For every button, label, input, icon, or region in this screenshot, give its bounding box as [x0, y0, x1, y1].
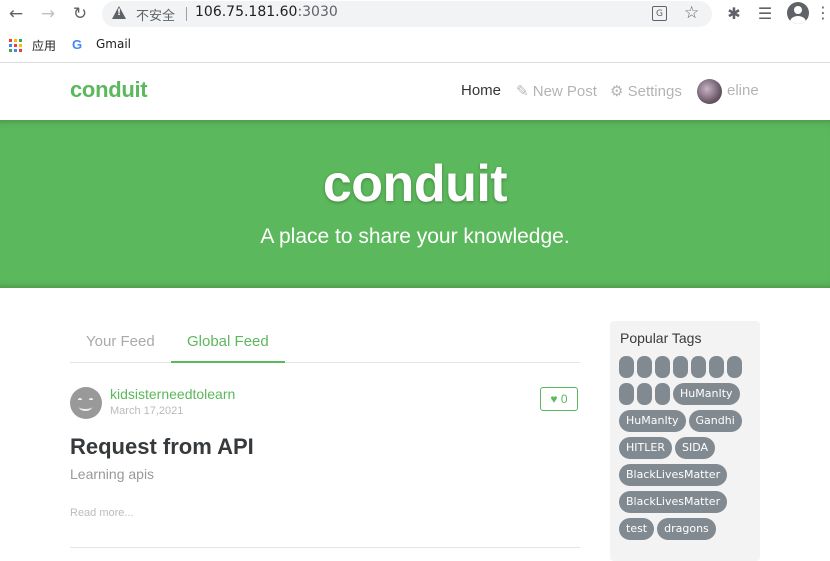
translate-icon[interactable]: G — [652, 6, 667, 21]
tag-pill[interactable]: HuManIty — [619, 410, 686, 432]
nav-settings-label: Settings — [627, 83, 682, 100]
tag-pill[interactable] — [619, 356, 634, 378]
profile-icon[interactable] — [787, 2, 809, 24]
brand-logo[interactable]: conduit — [70, 77, 148, 103]
tag-pill[interactable] — [637, 383, 652, 405]
article-date: March 17,2021 — [110, 405, 184, 417]
read-more-link[interactable]: Read more... — [70, 507, 134, 519]
heart-icon: ♥ — [550, 392, 558, 406]
article-title[interactable]: Request from API — [70, 434, 254, 460]
popular-tags-sidebar: Popular Tags HuManIty HuManIty Gandhi HITLE… — [610, 321, 760, 561]
bookmark-apps[interactable]: 应用 — [32, 37, 56, 54]
author-name[interactable]: kidsisterneedtolearn — [110, 386, 235, 402]
tag-pill[interactable] — [709, 356, 724, 378]
tab-your-feed[interactable]: Your Feed — [70, 320, 171, 361]
article-preview: kidsisterneedtolearn March 17,2021 ♥ 0 R… — [70, 363, 580, 548]
tab-global-feed[interactable]: Global Feed — [171, 320, 285, 363]
smiley-icon — [79, 403, 92, 411]
user-avatar[interactable] — [697, 79, 722, 104]
tag-pill[interactable] — [637, 356, 652, 378]
gear-icon: ⚙ — [610, 83, 624, 100]
address-bar[interactable]: 不安全 106.75.181.60:3030 G ☆ — [102, 1, 712, 27]
bookmarks-bar: 应用 G Gmail — [0, 28, 830, 63]
back-arrow-icon[interactable]: ← — [6, 4, 26, 24]
url-host: 106.75.181.60 — [195, 4, 298, 20]
tag-pill[interactable] — [655, 356, 670, 378]
tag-pill[interactable] — [655, 383, 670, 405]
divider — [186, 7, 187, 21]
url-text[interactable]: 106.75.181.60:3030 — [195, 4, 338, 20]
edit-icon: ✎ — [516, 83, 529, 100]
tag-pill[interactable]: test — [619, 518, 655, 540]
sidebar-title: Popular Tags — [620, 330, 702, 346]
nav-profile[interactable]: eline — [727, 82, 759, 99]
tag-list: HuManIty HuManIty Gandhi HITLER SIDA BlackLiv… — [619, 356, 754, 540]
site-navbar: conduit Home ✎ New Post ⚙ Settings eline — [0, 63, 830, 120]
forward-arrow-icon[interactable]: → — [38, 4, 58, 24]
tag-pill[interactable] — [727, 356, 742, 378]
tag-pill[interactable]: BlackLivesMatter — [619, 464, 728, 486]
hero-banner: conduit A place to share your knowledge. — [0, 120, 830, 288]
tag-pill[interactable]: SIDA — [674, 437, 715, 459]
insecure-label[interactable]: 不安全 — [136, 5, 175, 24]
feed-toggle: Your Feed Global Feed — [70, 320, 580, 363]
favorite-button[interactable]: ♥ 0 — [540, 387, 578, 411]
url-port: :3030 — [297, 4, 338, 20]
apps-grid-icon[interactable] — [9, 39, 22, 52]
reading-list-icon[interactable]: ☰ — [754, 3, 776, 25]
browser-toolbar: ← → ↻ 不安全 106.75.181.60:3030 G ☆ ✱ ☰ ⋮ — [0, 0, 830, 28]
banner-subtitle: A place to share your knowledge. — [260, 225, 570, 248]
tag-pill[interactable]: BlackLivesMatter — [619, 491, 728, 513]
author-avatar[interactable] — [70, 387, 102, 419]
google-g-icon: G — [72, 37, 83, 52]
nav-home[interactable]: Home — [461, 82, 501, 99]
extensions-icon[interactable]: ✱ — [723, 3, 745, 25]
tag-pill[interactable] — [673, 356, 688, 378]
tag-pill[interactable]: Gandhi — [688, 410, 742, 432]
nav-new-post-label: New Post — [532, 83, 597, 100]
menu-icon[interactable]: ⋮ — [815, 3, 830, 22]
tag-pill[interactable] — [691, 356, 706, 378]
tag-pill[interactable]: dragons — [657, 518, 716, 540]
banner-title: conduit — [322, 155, 508, 213]
tag-pill[interactable]: HuManIty — [673, 383, 740, 405]
favorite-count: 0 — [560, 392, 568, 406]
nav-settings[interactable]: ⚙ Settings — [610, 82, 682, 100]
reload-icon[interactable]: ↻ — [70, 4, 90, 24]
nav-new-post[interactable]: ✎ New Post — [516, 82, 597, 100]
tag-pill[interactable] — [619, 383, 634, 405]
warning-icon[interactable] — [112, 6, 126, 19]
article-description[interactable]: Learning apis — [70, 466, 154, 482]
tag-pill[interactable]: HITLER — [619, 437, 672, 459]
bookmark-gmail[interactable]: Gmail — [96, 37, 131, 51]
star-icon[interactable]: ☆ — [684, 3, 699, 23]
